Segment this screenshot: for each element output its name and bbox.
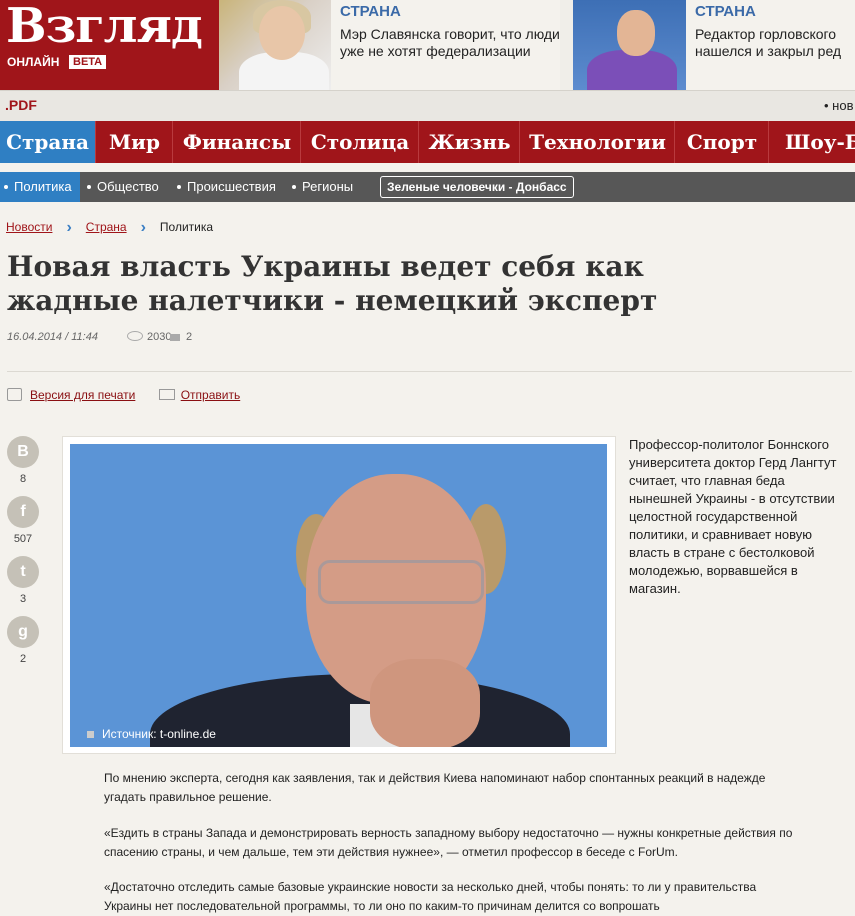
share-vk[interactable]: В 8 bbox=[7, 436, 39, 485]
share-count: 8 bbox=[19, 473, 27, 485]
subnav-label: Политика bbox=[14, 179, 72, 194]
comment-icon bbox=[170, 334, 180, 341]
news-photo-2[interactable] bbox=[573, 0, 686, 90]
article-photo-frame: Источник: t-online.de bbox=[62, 436, 616, 754]
news-item-1[interactable]: СТРАНА Мэр Славянска говорит, что люди у… bbox=[331, 0, 560, 90]
breadcrumb-politika: Политика bbox=[159, 220, 214, 234]
nav-zhizn[interactable]: Жизнь bbox=[418, 121, 520, 163]
print-version-link[interactable]: Версия для печати bbox=[30, 388, 135, 402]
article-date: 16.04.2014 / 11:44 bbox=[7, 331, 98, 343]
nav-strana[interactable]: Страна bbox=[0, 121, 95, 163]
nav-tekhnologii[interactable]: Технологии bbox=[519, 121, 675, 163]
breadcrumb: Новости › Страна › Политика bbox=[6, 219, 213, 237]
views-value: 2030 bbox=[147, 331, 172, 343]
facebook-icon[interactable]: f bbox=[7, 496, 39, 528]
logo-beta-badge: BETA bbox=[69, 55, 107, 69]
article-meta: 16.04.2014 / 11:44 2030 2 bbox=[7, 331, 192, 343]
subnav-regiony[interactable]: Регионы bbox=[292, 172, 353, 202]
article-paragraph: По мнению эксперта, сегодня как заявлени… bbox=[104, 771, 766, 804]
share-twitter[interactable]: t 3 bbox=[7, 556, 39, 605]
news-category[interactable]: СТРАНА bbox=[340, 3, 401, 20]
topic-tag[interactable]: Зеленые человечки - Донбасс bbox=[380, 176, 574, 198]
chevron-right-icon: › bbox=[66, 219, 72, 236]
article-photo[interactable]: Источник: t-online.de bbox=[70, 444, 607, 747]
subnav-obshchestvo[interactable]: Общество bbox=[87, 172, 159, 202]
comment-count[interactable]: 2 bbox=[170, 331, 192, 343]
article-title: Новая власть Украины ведет себя как жадн… bbox=[7, 250, 658, 317]
subnav-label: Регионы bbox=[302, 179, 354, 194]
caption-text: Источник: t-online.de bbox=[102, 727, 216, 741]
twitter-icon[interactable]: t bbox=[7, 556, 39, 588]
google-plus-icon[interactable]: g bbox=[7, 616, 39, 648]
toolbar-news-link[interactable]: • нов bbox=[824, 98, 853, 113]
eye-icon bbox=[127, 331, 143, 341]
envelope-icon[interactable] bbox=[158, 389, 175, 400]
site-logo[interactable]: Взгляд ОНЛАЙН BETA bbox=[0, 0, 219, 90]
news-item-2[interactable]: СТРАНА Редактор горловского нашелся и за… bbox=[686, 0, 855, 90]
divider bbox=[7, 371, 852, 372]
nav-stolitsa[interactable]: Столица bbox=[300, 121, 419, 163]
printer-icon[interactable] bbox=[7, 388, 22, 401]
subnav-politika[interactable]: Политика bbox=[0, 172, 80, 202]
square-icon bbox=[87, 731, 94, 738]
subnav-proisshestviya[interactable]: Происшествия bbox=[177, 172, 276, 202]
top-toolbar: .PDF • нов bbox=[0, 90, 855, 121]
logo-online: ОНЛАЙН bbox=[7, 55, 60, 69]
nav-shou-biz[interactable]: Шоу-Би bbox=[768, 121, 855, 163]
comments-value: 2 bbox=[186, 331, 193, 343]
news-headline[interactable]: Редактор горловского нашелся и закрыл ре… bbox=[695, 26, 855, 60]
site-header: Взгляд ОНЛАЙН BETA СТРАНА Мэр Славянска … bbox=[0, 0, 855, 90]
chevron-right-icon: › bbox=[140, 219, 146, 236]
share-google-plus[interactable]: g 2 bbox=[7, 616, 39, 665]
nav-sport[interactable]: Спорт bbox=[674, 121, 769, 163]
article-actions: Версия для печати Отправить bbox=[7, 388, 240, 402]
vk-icon[interactable]: В bbox=[7, 436, 39, 468]
share-count: 2 bbox=[19, 653, 27, 665]
main-navigation: Страна Мир Финансы Столица Жизнь Техноло… bbox=[0, 121, 855, 163]
breadcrumb-strana[interactable]: Страна bbox=[86, 220, 127, 234]
share-count: 3 bbox=[19, 593, 27, 605]
nav-mir[interactable]: Мир bbox=[95, 121, 173, 163]
share-facebook[interactable]: f 507 bbox=[7, 496, 39, 545]
news-category[interactable]: СТРАНА bbox=[695, 3, 756, 20]
nav-finansy[interactable]: Финансы bbox=[172, 121, 301, 163]
pdf-link[interactable]: .PDF bbox=[5, 97, 37, 113]
subnav-label: Общество bbox=[97, 179, 159, 194]
share-count: 507 bbox=[13, 533, 33, 545]
view-count: 2030 bbox=[127, 331, 171, 343]
article-lead: Профессор-политолог Боннского университе… bbox=[629, 437, 837, 596]
logo-title: Взгляд bbox=[6, 0, 203, 54]
article-paragraph: «Ездить в страны Запада и демонстрироват… bbox=[104, 826, 793, 859]
news-photo-1[interactable] bbox=[219, 0, 331, 90]
subnav-label: Происшествия bbox=[187, 179, 276, 194]
breadcrumb-news[interactable]: Новости bbox=[6, 220, 52, 234]
photo-caption: Источник: t-online.de bbox=[77, 722, 216, 746]
article-paragraph: «Достаточно отследить самые базовые укра… bbox=[104, 880, 757, 913]
send-link[interactable]: Отправить bbox=[181, 388, 241, 402]
news-headline[interactable]: Мэр Славянска говорит, что люди уже не х… bbox=[340, 26, 560, 60]
